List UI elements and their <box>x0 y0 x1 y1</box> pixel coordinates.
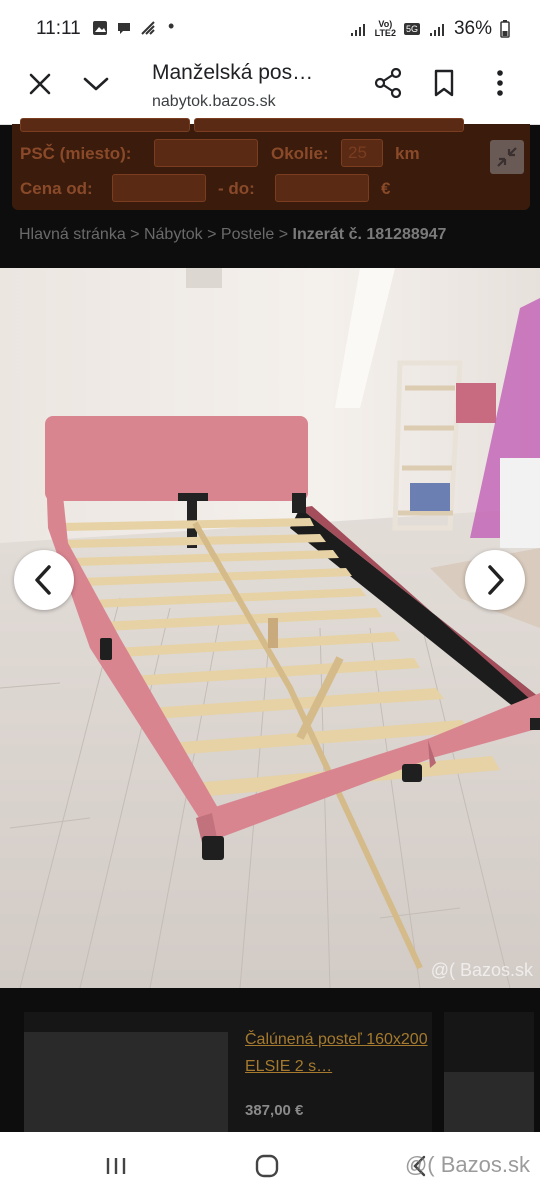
5g-icon: 5G <box>403 23 420 35</box>
listing-photo[interactable] <box>0 268 540 988</box>
bottom-watermark: @( Bazos.sk <box>404 1152 530 1177</box>
price-to-label: - do: <box>218 179 255 198</box>
psc-input[interactable] <box>154 139 258 167</box>
okolie-label: Okolie: <box>271 144 329 163</box>
gallery-icon <box>93 21 107 35</box>
related-listing-card-2[interactable] <box>444 1012 534 1132</box>
price-from-input[interactable] <box>112 174 206 202</box>
category-select[interactable] <box>194 118 464 132</box>
chat-icon <box>118 23 130 34</box>
clock: 11:11 <box>36 18 81 39</box>
battery-level: 36% <box>453 18 492 39</box>
close-icon[interactable] <box>28 72 52 96</box>
signal-icon <box>350 24 365 36</box>
more-icon[interactable] <box>496 69 504 97</box>
related-listing-price: 387,00 € <box>245 1102 304 1119</box>
dot-icon: • <box>168 16 175 36</box>
recent-apps-icon[interactable] <box>104 1154 128 1178</box>
signal2-icon <box>429 24 444 36</box>
price-to-input[interactable] <box>275 174 369 202</box>
okolie-input[interactable]: 25 <box>341 139 383 167</box>
bed-photo-image <box>0 268 540 988</box>
related-listing-title[interactable]: Čalúnená posteľ 160x200 ELSIE 2 s… <box>245 1026 430 1080</box>
battery-icon <box>500 20 510 38</box>
status-bar: 11:11 • Vo) LTE2 5G 36% <box>0 0 540 58</box>
page-title: Manželská pos… <box>152 61 314 84</box>
cena-label: Cena od: <box>20 179 93 198</box>
home-icon[interactable] <box>255 1154 279 1178</box>
km-label: km <box>395 144 420 163</box>
photo-watermark: @( Bazos.sk <box>430 960 533 980</box>
related-listing-thumbnail[interactable] <box>24 1032 228 1132</box>
related-listing-card[interactable]: Čalúnená posteľ 160x200 ELSIE 2 s… 387,0… <box>24 1012 432 1132</box>
next-photo-button[interactable] <box>465 550 525 610</box>
keyword-input[interactable] <box>20 118 190 132</box>
related-listing-thumbnail-2[interactable] <box>444 1072 534 1132</box>
system-nav-bar: @( Bazos.sk <box>0 1132 540 1200</box>
psc-label: PSČ (miesto): <box>20 144 132 163</box>
prev-photo-button[interactable] <box>14 550 74 610</box>
browser-toolbar: Manželská pos… nabytok.bazos.sk <box>0 58 540 125</box>
chevron-right-icon <box>488 565 504 595</box>
signal-off-icon <box>141 21 155 35</box>
volte-badge: Vo) LTE2 <box>374 19 396 38</box>
chevron-down-icon[interactable] <box>82 74 110 94</box>
page-url: nabytok.bazos.sk <box>152 93 276 110</box>
breadcrumb-category[interactable]: Nábytok <box>144 226 203 243</box>
chevron-left-icon <box>35 565 51 595</box>
breadcrumb-home[interactable]: Hlavná stránka <box>19 226 126 243</box>
collapse-button[interactable] <box>490 140 524 174</box>
breadcrumb-subcategory[interactable]: Postele <box>221 226 274 243</box>
breadcrumb-listing: Inzerát č. 181288947 <box>292 226 447 243</box>
currency-label: € <box>381 179 391 198</box>
search-panel: PSČ (miesto): Okolie: 25 km Cena od: - d… <box>12 118 530 210</box>
bookmark-icon[interactable] <box>433 69 455 97</box>
collapse-icon <box>497 147 517 167</box>
share-icon[interactable] <box>374 68 402 98</box>
breadcrumb: Hlavná stránka > Nábytok > Postele > Inz… <box>19 226 447 243</box>
